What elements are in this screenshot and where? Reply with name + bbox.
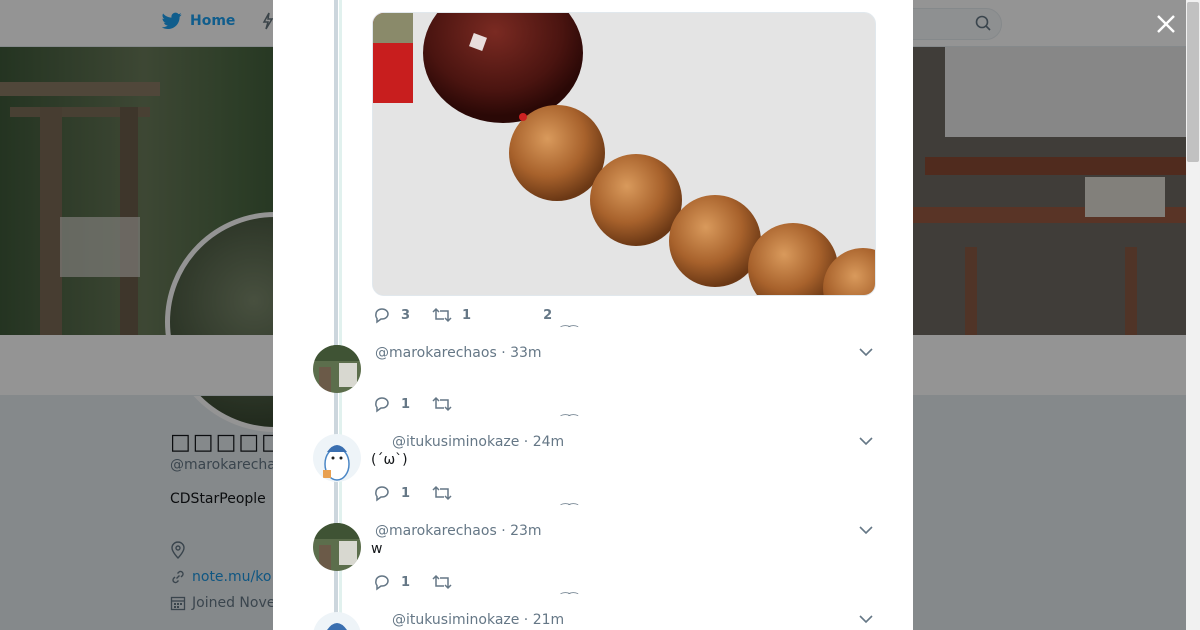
reply-tweet[interactable]: @marokarechaos · 33m 1 ⁀⁀	[313, 345, 873, 427]
tweet-time[interactable]: 24m	[533, 434, 564, 450]
tweet-handle[interactable]: @marokarechaos	[375, 523, 497, 539]
avatar[interactable]	[313, 612, 361, 630]
reply-count: 1	[401, 485, 411, 501]
more-indicator: ⁀⁀	[561, 414, 578, 427]
tweet-header: @marokarechaos · 33m	[375, 345, 542, 361]
reply-icon	[375, 397, 389, 413]
reply-button[interactable]: 1	[373, 484, 410, 502]
avatar[interactable]	[313, 523, 361, 571]
reply-tweet[interactable]: @itukusiminokaze · 21m	[313, 612, 873, 630]
reply-count: 1	[401, 574, 411, 590]
more-indicator: ⁀⁀	[561, 503, 578, 516]
reply-button[interactable]: 3	[373, 306, 410, 324]
tweet-actions: 1	[373, 484, 474, 502]
more-indicator: ⁀⁀	[561, 592, 578, 605]
tweet-handle[interactable]: @itukusiminokaze	[392, 612, 519, 628]
tweet-actions: 1	[373, 395, 474, 413]
tweet-time[interactable]: 21m	[533, 612, 564, 628]
close-icon	[1157, 15, 1175, 33]
reply-button[interactable]: 1	[373, 395, 410, 413]
chevron-down-icon[interactable]	[859, 347, 873, 357]
page-scrollbar-thumb[interactable]	[1187, 2, 1199, 162]
avatar[interactable]	[313, 345, 361, 393]
like-button[interactable]: 2	[543, 308, 552, 323]
reply-icon	[375, 575, 389, 591]
retweet-button[interactable]	[432, 574, 452, 590]
tweet-actions: 1	[373, 573, 474, 591]
retweet-icon	[432, 307, 452, 323]
chevron-down-icon[interactable]	[859, 525, 873, 535]
tweet-media-photo[interactable]	[372, 12, 876, 296]
more-indicator: ⁀⁀	[561, 325, 578, 338]
chevron-down-icon[interactable]	[859, 436, 873, 446]
avatar[interactable]	[313, 434, 361, 482]
like-count: 2	[543, 307, 553, 323]
tweet-text: (´ω`)	[371, 452, 408, 468]
tweet-time[interactable]: 23m	[510, 523, 541, 539]
reply-icon	[375, 308, 389, 324]
retweet-button[interactable]	[432, 485, 452, 501]
retweet-count: 1	[462, 307, 472, 323]
media-tweet-actions: 3 1 2	[373, 306, 574, 324]
tweet-header: @itukusiminokaze · 24m	[392, 434, 565, 450]
tweet-header: @marokarechaos · 23m	[375, 523, 542, 539]
tweet-handle[interactable]: @marokarechaos	[375, 345, 497, 361]
tweet-text: w	[371, 541, 383, 557]
chevron-down-icon[interactable]	[859, 614, 873, 624]
reply-count: 1	[401, 396, 411, 412]
retweet-icon	[432, 574, 452, 590]
tweet-handle[interactable]: @itukusiminokaze	[392, 434, 519, 450]
reply-tweet[interactable]: @itukusiminokaze · 24m (´ω`) 1 ⁀⁀	[313, 434, 873, 516]
reply-tweet[interactable]: @marokarechaos · 23m w 1 ⁀⁀	[313, 523, 873, 605]
retweet-icon	[432, 396, 452, 412]
reply-button[interactable]: 1	[373, 573, 410, 591]
retweet-button[interactable]: 1	[432, 307, 471, 323]
reply-icon	[375, 486, 389, 502]
retweet-icon	[432, 485, 452, 501]
tweet-time[interactable]: 33m	[510, 345, 541, 361]
reply-count: 3	[401, 307, 411, 323]
close-button[interactable]	[1152, 10, 1180, 38]
tweet-header: @itukusiminokaze · 21m	[392, 612, 565, 628]
retweet-button[interactable]	[432, 396, 452, 412]
tweet-conversation-modal: 3 1 2 ⁀⁀ @marokarechaos · 33m 1 ⁀⁀ @ituk…	[273, 0, 913, 630]
